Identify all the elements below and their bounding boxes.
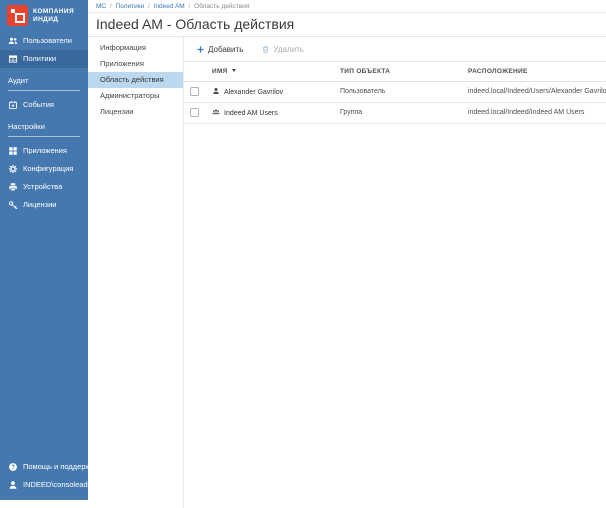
current-user-label: INDEED\consoleadmin bbox=[23, 480, 100, 489]
content: Информация Приложения Область действия А… bbox=[88, 37, 606, 508]
sidebar-item-applications[interactable]: Приложения bbox=[0, 142, 88, 160]
tab-administrators[interactable]: Администраторы bbox=[88, 88, 183, 104]
sidebar-item-devices[interactable]: Устройства bbox=[0, 178, 88, 196]
policies-icon bbox=[8, 55, 18, 63]
row-type: Группа bbox=[334, 102, 462, 124]
row-location: indeed.local/Indeed/Users/Alexander Gavr… bbox=[462, 81, 606, 103]
breadcrumb-link-mc[interactable]: MC bbox=[96, 3, 106, 10]
policy-tabs: Информация Приложения Область действия А… bbox=[88, 37, 184, 508]
sidebar-item-label: Пользователи bbox=[23, 36, 72, 45]
user-icon bbox=[9, 481, 17, 489]
plus-icon bbox=[197, 46, 204, 53]
sidebar-item-label: Приложения bbox=[23, 146, 67, 155]
sidebar-item-label: Конфигурация bbox=[23, 164, 74, 173]
scope-panel: Добавить Удалить ИМЯ ТИП ОБЪЕКТА РАСПОЛО… bbox=[184, 37, 606, 508]
row-checkbox[interactable] bbox=[190, 87, 199, 97]
breadcrumb-separator: / bbox=[109, 3, 112, 10]
breadcrumb-separator: / bbox=[148, 3, 150, 10]
column-header-location[interactable]: РАСПОЛОЖЕНИЕ bbox=[462, 61, 606, 82]
sidebar-section-settings: Настройки bbox=[8, 122, 80, 137]
logo-line2: ИНДИД bbox=[33, 15, 59, 23]
row-location: indeed.local/Indeed/Indeed AM Users bbox=[462, 102, 606, 124]
table-row: Indeed AM Users Группа indeed.local/Inde… bbox=[184, 102, 606, 124]
sidebar: КОМПАНИЯ ИНДИД Пользователи Политики Ауд… bbox=[0, 0, 112, 500]
sidebar-item-events[interactable]: События bbox=[0, 96, 88, 114]
events-icon bbox=[9, 101, 17, 109]
page-title: Indeed AM - Область действия bbox=[88, 13, 606, 37]
sidebar-nav: Пользователи Политики Аудит События Наст… bbox=[0, 32, 88, 214]
breadcrumb-link-policies[interactable]: Политики bbox=[116, 3, 145, 10]
help-support-item[interactable]: ? Помощь и поддержка bbox=[0, 458, 98, 476]
sidebar-item-licenses[interactable]: Лицензии bbox=[0, 196, 88, 214]
breadcrumb-current: Область действия bbox=[194, 3, 250, 10]
help-icon: ? bbox=[9, 463, 17, 471]
column-header-type[interactable]: ТИП ОБЪЕКТА bbox=[334, 61, 462, 82]
table-header-row: ИМЯ ТИП ОБЪЕКТА РАСПОЛОЖЕНИЕ bbox=[184, 61, 606, 82]
users-icon bbox=[8, 37, 18, 44]
sidebar-item-users[interactable]: Пользователи bbox=[0, 32, 88, 50]
svg-text:?: ? bbox=[11, 465, 15, 471]
sort-descending-icon bbox=[231, 69, 236, 73]
current-user-menu[interactable]: INDEED\consoleadmin bbox=[0, 476, 112, 494]
apps-icon bbox=[9, 147, 17, 155]
gear-icon bbox=[8, 164, 18, 174]
tab-applications[interactable]: Приложения bbox=[88, 56, 183, 72]
sidebar-item-label: Устройства bbox=[23, 182, 63, 191]
help-support-label: Помощь и поддержка bbox=[23, 462, 99, 471]
app-window: КОМПАНИЯ ИНДИД Пользователи Политики Ауд… bbox=[0, 0, 606, 508]
scope-table: ИМЯ ТИП ОБЪЕКТА РАСПОЛОЖЕНИЕ Alexander G… bbox=[184, 61, 606, 124]
key-icon bbox=[9, 201, 18, 210]
sidebar-item-label: Политики bbox=[23, 54, 57, 63]
devices-icon bbox=[9, 183, 17, 192]
row-name: Indeed AM Users bbox=[224, 110, 278, 117]
select-all-cell bbox=[184, 61, 206, 82]
sidebar-item-policies[interactable]: Политики bbox=[0, 50, 88, 68]
sidebar-section-audit: Аудит bbox=[8, 76, 80, 91]
main-area: MC / Политики / Indeed AM / Область дейс… bbox=[88, 0, 606, 508]
row-type: Пользователь bbox=[334, 81, 462, 103]
chevron-down-icon bbox=[107, 483, 112, 487]
column-header-name-label: ИМЯ bbox=[212, 67, 228, 75]
breadcrumb-separator: / bbox=[188, 3, 191, 10]
tab-licenses[interactable]: Лицензии bbox=[88, 104, 183, 120]
breadcrumb-link-indeed-am[interactable]: Indeed AM bbox=[154, 3, 185, 10]
company-logo[interactable]: КОМПАНИЯ ИНДИД bbox=[0, 0, 88, 32]
tab-scope[interactable]: Область действия bbox=[88, 72, 183, 88]
delete-button[interactable]: Удалить bbox=[261, 45, 304, 54]
row-name: Alexander Gavrilov bbox=[224, 89, 284, 96]
row-checkbox[interactable] bbox=[190, 108, 199, 118]
sidebar-item-label: События bbox=[23, 100, 54, 109]
row-name-cell: Indeed AM Users bbox=[206, 102, 334, 124]
row-name-cell: Alexander Gavrilov bbox=[206, 81, 334, 103]
add-button-label: Добавить bbox=[208, 45, 244, 54]
toolbar: Добавить Удалить bbox=[184, 37, 606, 61]
delete-button-label: Удалить bbox=[273, 45, 304, 54]
breadcrumb: MC / Политики / Indeed AM / Область дейс… bbox=[88, 0, 606, 13]
user-icon bbox=[213, 88, 219, 94]
company-logo-icon bbox=[7, 5, 28, 26]
company-logo-text: КОМПАНИЯ ИНДИД bbox=[33, 8, 74, 24]
trash-icon bbox=[263, 46, 269, 54]
group-icon bbox=[212, 109, 220, 115]
table-row: Alexander Gavrilov Пользователь indeed.l… bbox=[184, 81, 606, 103]
tab-information[interactable]: Информация bbox=[88, 40, 183, 56]
sidebar-item-label: Лицензии bbox=[23, 200, 57, 209]
logo-line1: КОМПАНИЯ bbox=[33, 7, 75, 15]
sidebar-footer: ? Помощь и поддержка INDEED\consoleadmin bbox=[0, 458, 112, 494]
sidebar-item-configuration[interactable]: Конфигурация bbox=[0, 160, 88, 178]
column-header-name[interactable]: ИМЯ bbox=[206, 61, 334, 82]
add-button[interactable]: Добавить bbox=[196, 45, 243, 54]
